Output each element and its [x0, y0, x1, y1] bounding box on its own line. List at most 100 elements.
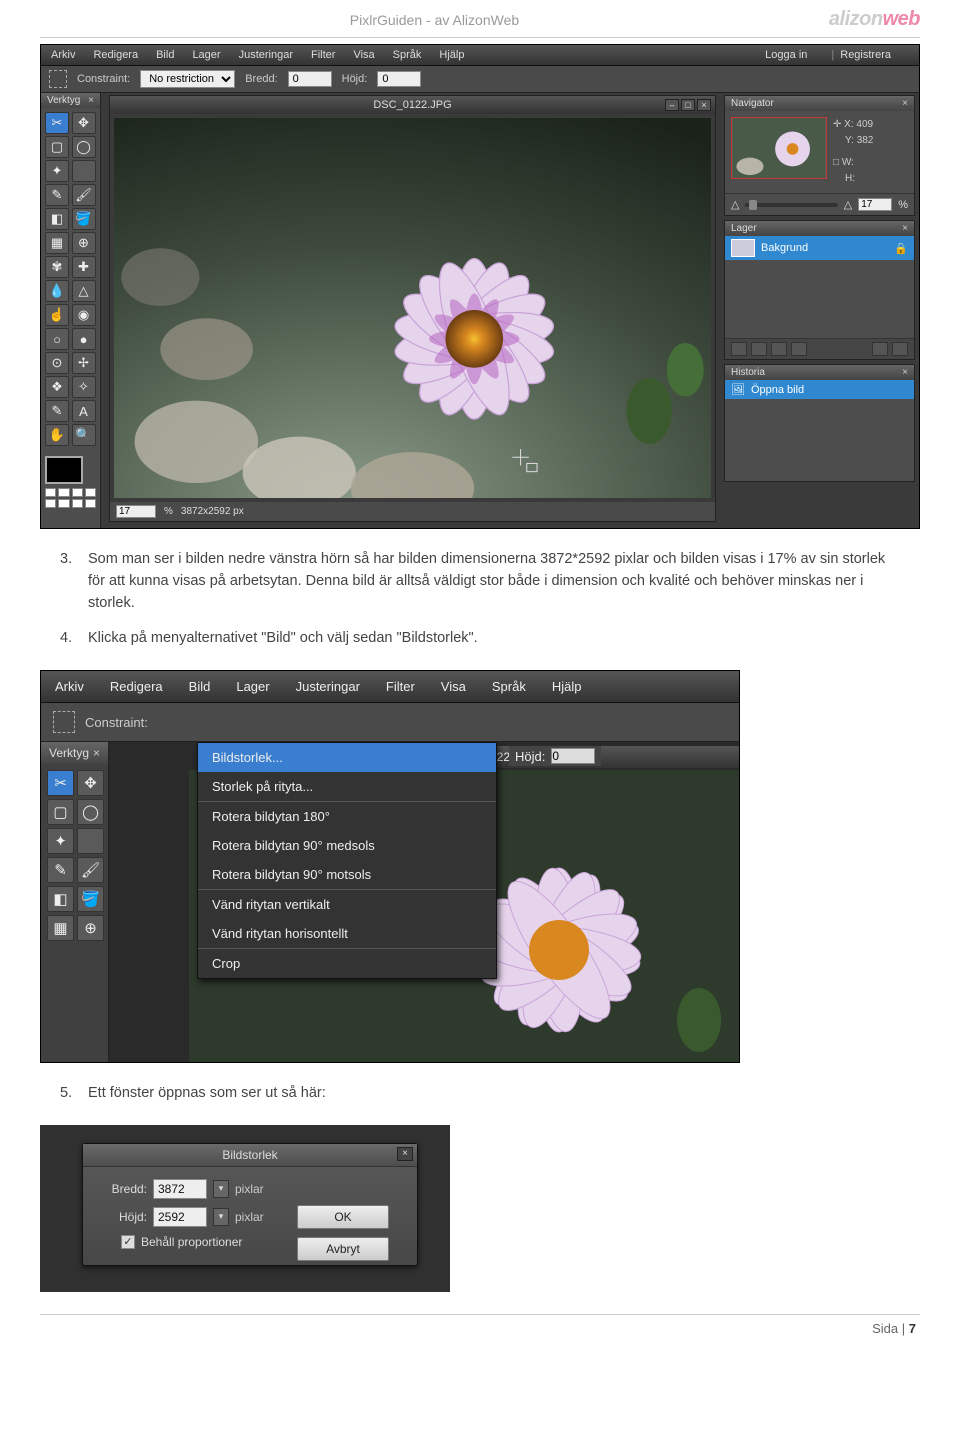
chevron-down-icon[interactable]: ▾: [213, 1180, 229, 1198]
marquee-tool[interactable]: ▢: [45, 136, 69, 158]
eraser-tool[interactable]: ◧: [45, 208, 69, 230]
canvas[interactable]: [114, 118, 711, 498]
pencil-tool[interactable]: ✎: [47, 857, 74, 883]
close-icon[interactable]: ×: [697, 99, 711, 111]
constrain-checkbox[interactable]: ✓: [121, 1235, 135, 1249]
brush-tool[interactable]: 🖌: [72, 184, 96, 206]
zoom-tool[interactable]: 🔍: [72, 424, 96, 446]
chevron-down-icon[interactable]: ▾: [213, 1208, 229, 1226]
tool[interactable]: [72, 160, 96, 182]
close-icon[interactable]: ×: [93, 746, 100, 760]
move-tool[interactable]: ✥: [72, 112, 96, 134]
menu-item-rotate-ccw[interactable]: Rotera bildytan 90° motsols: [198, 860, 496, 889]
menu-bild[interactable]: Bild: [156, 49, 174, 61]
nav-zoom-input[interactable]: [858, 198, 892, 211]
menu-item-flip-v[interactable]: Vänd ritytan vertikalt: [198, 890, 496, 919]
menu-redigera[interactable]: Redigera: [93, 49, 138, 61]
smudge-tool[interactable]: ☝: [45, 304, 69, 326]
crop-tool[interactable]: ✂: [45, 112, 69, 134]
menu-visa[interactable]: Visa: [441, 679, 466, 694]
heal-tool[interactable]: ✚: [72, 256, 96, 278]
close-icon[interactable]: ×: [902, 223, 908, 234]
menu-item-flip-h[interactable]: Vänd ritytan horisontellt: [198, 919, 496, 948]
width-input[interactable]: [153, 1179, 207, 1199]
menu-arkiv[interactable]: Arkiv: [55, 679, 84, 694]
blur-tool[interactable]: 💧: [45, 280, 69, 302]
menu-login[interactable]: Logga in: [765, 49, 807, 61]
menu-lager[interactable]: Lager: [236, 679, 269, 694]
lasso-tool[interactable]: ◯: [72, 136, 96, 158]
menu-lager[interactable]: Lager: [192, 49, 220, 61]
gradient-tool[interactable]: ▦: [45, 232, 69, 254]
zoom-in-icon[interactable]: △: [844, 198, 852, 211]
close-icon[interactable]: ×: [902, 367, 908, 378]
zoom-out-icon[interactable]: △: [731, 198, 739, 211]
menu-redigera[interactable]: Redigera: [110, 679, 163, 694]
menu-bild[interactable]: Bild: [189, 679, 211, 694]
gradient-tool[interactable]: ▦: [47, 915, 74, 941]
menu-hjalp[interactable]: Hjälp: [552, 679, 582, 694]
type-tool[interactable]: A: [72, 400, 96, 422]
bucket-tool[interactable]: 🪣: [72, 208, 96, 230]
bucket-tool[interactable]: 🪣: [77, 886, 104, 912]
hojd-input[interactable]: [551, 748, 595, 764]
crop-tool[interactable]: ✂: [47, 770, 74, 796]
lasso-tool[interactable]: ◯: [77, 799, 104, 825]
menu-visa[interactable]: Visa: [353, 49, 374, 61]
brush-tool[interactable]: 🖌: [77, 857, 104, 883]
lock-icon[interactable]: 🔒: [894, 242, 908, 255]
menu-hjalp[interactable]: Hjälp: [439, 49, 464, 61]
menu-filter[interactable]: Filter: [311, 49, 335, 61]
close-icon[interactable]: ×: [902, 98, 908, 109]
marquee-tool[interactable]: ▢: [47, 799, 74, 825]
constraint-select[interactable]: No restriction: [140, 70, 235, 88]
menu-item-crop[interactable]: Crop: [198, 949, 496, 978]
dodge-tool[interactable]: ○: [45, 328, 69, 350]
menu-justeringar[interactable]: Justeringar: [239, 49, 293, 61]
cancel-button[interactable]: Avbryt: [297, 1237, 389, 1261]
menu-item-bildstorlek[interactable]: Bildstorlek...: [198, 743, 496, 772]
layer-settings-icon[interactable]: [872, 342, 888, 356]
layer-row[interactable]: Bakgrund 🔒: [725, 236, 914, 260]
maximize-icon[interactable]: □: [681, 99, 695, 111]
layer-down-icon[interactable]: [791, 342, 807, 356]
menu-sprak[interactable]: Språk: [393, 49, 422, 61]
clone-tool[interactable]: ⊕: [77, 915, 104, 941]
move-tool[interactable]: ✥: [77, 770, 104, 796]
spot-tool[interactable]: ✢: [72, 352, 96, 374]
menu-item-rotate-180[interactable]: Rotera bildytan 180°: [198, 802, 496, 831]
delete-layer-icon[interactable]: [892, 342, 908, 356]
menu-arkiv[interactable]: Arkiv: [51, 49, 75, 61]
menu-register[interactable]: Registrera: [840, 49, 891, 61]
minimize-icon[interactable]: –: [665, 99, 679, 111]
height-input[interactable]: [153, 1207, 207, 1227]
foreground-color[interactable]: [45, 456, 83, 484]
menu-item-canvas-size[interactable]: Storlek på rityta...: [198, 772, 496, 801]
zoom-slider[interactable]: [745, 203, 837, 207]
close-icon[interactable]: ×: [397, 1147, 413, 1161]
menu-filter[interactable]: Filter: [386, 679, 415, 694]
eraser-tool[interactable]: ◧: [47, 886, 74, 912]
dup-layer-icon[interactable]: [751, 342, 767, 356]
layer-up-icon[interactable]: [771, 342, 787, 356]
burn-tool[interactable]: ●: [72, 328, 96, 350]
hand-tool[interactable]: ✋: [45, 424, 69, 446]
hojd-input[interactable]: [377, 71, 421, 87]
pencil-tool[interactable]: ✎: [45, 184, 69, 206]
eyedrop-tool[interactable]: ✎: [45, 400, 69, 422]
navigator-thumbnail[interactable]: [731, 117, 827, 179]
sharpen-tool[interactable]: △: [72, 280, 96, 302]
menu-justeringar[interactable]: Justeringar: [296, 679, 360, 694]
stamp-tool[interactable]: ✾: [45, 256, 69, 278]
sponge-tool[interactable]: ◉: [72, 304, 96, 326]
tool[interactable]: [77, 828, 104, 854]
menu-sprak[interactable]: Språk: [492, 679, 526, 694]
wand-tool[interactable]: ✦: [45, 160, 69, 182]
new-layer-icon[interactable]: [731, 342, 747, 356]
close-icon[interactable]: ×: [88, 95, 94, 106]
menu-item-rotate-cw[interactable]: Rotera bildytan 90° medsols: [198, 831, 496, 860]
zoom-input[interactable]: [116, 505, 156, 518]
wand-tool[interactable]: ✦: [47, 828, 74, 854]
bredd-input[interactable]: [288, 71, 332, 87]
ok-button[interactable]: OK: [297, 1205, 389, 1229]
